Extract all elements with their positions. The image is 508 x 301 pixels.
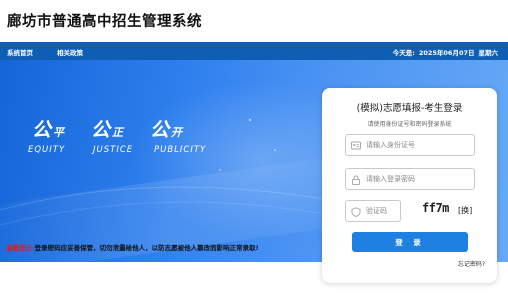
slogan-justice: 公正: [91, 115, 123, 142]
header: 廊坊市普通高中招生管理系统: [0, 0, 508, 40]
lock-icon: [352, 175, 360, 185]
slogan-en-publicity: PUBLICITY: [154, 145, 207, 155]
slogan-char: 公: [150, 119, 170, 141]
forgot-password-link[interactable]: 忘记密码?: [458, 259, 485, 268]
date-label: 今天是:: [392, 49, 415, 57]
login-card: (模拟)志愿填报-考生登录 请使用身份证号和密码登录系统 ff7m [换] 登 …: [322, 88, 497, 283]
login-subtitle: 请使用身份证号和密码登录系统: [367, 121, 452, 128]
nav-item-policy[interactable]: 相关政策: [57, 47, 83, 57]
date-value: 2025年06月07日: [418, 49, 475, 57]
slogan-char: 公: [32, 119, 52, 141]
weekday: 星期六: [478, 49, 499, 57]
password-field: [345, 168, 475, 190]
slogan-char-small: 正: [112, 126, 124, 139]
id-card-icon: [351, 141, 361, 150]
notice-text: 登录密码应妥善保管，切勿泄露给他人，以防志愿被他人篡改而影响正常录取!: [34, 244, 259, 252]
notice: 温馨提示:登录密码应妥善保管，切勿泄露给他人，以防志愿被他人篡改而影响正常录取!: [6, 242, 259, 252]
nav-bar: 系统首页 相关政策 今天是: 2025年06月07日 星期六: [0, 42, 508, 60]
captcha-field: [345, 200, 401, 222]
slogan-en-justice: JUSTICE: [93, 145, 134, 155]
login-title: (模拟)志愿填报-考生登录: [356, 103, 463, 114]
slogan-char: 公: [91, 119, 111, 141]
shield-icon: [351, 207, 361, 217]
slogan-char-small: 开: [171, 126, 183, 139]
notice-label: 温馨提示:: [6, 244, 35, 252]
slogan-publicity: 公开: [150, 115, 182, 142]
slogan-char-small: 平: [53, 126, 65, 139]
slogan-en-equity: EQUITY: [28, 145, 66, 155]
id-number-field: [345, 134, 475, 156]
nav-item-home[interactable]: 系统首页: [7, 47, 33, 57]
refresh-captcha-link[interactable]: [换]: [458, 205, 472, 216]
login-button[interactable]: 登 录: [352, 232, 468, 252]
site-title: 廊坊市普通高中招生管理系统: [7, 14, 202, 30]
id-number-input[interactable]: [366, 138, 470, 152]
date-display: 今天是: 2025年06月07日 星期六: [389, 47, 498, 57]
slogan-equity: 公平: [32, 115, 64, 142]
captcha-input[interactable]: [366, 204, 400, 218]
captcha-image[interactable]: ff7m: [422, 201, 456, 219]
password-input[interactable]: [366, 172, 470, 186]
